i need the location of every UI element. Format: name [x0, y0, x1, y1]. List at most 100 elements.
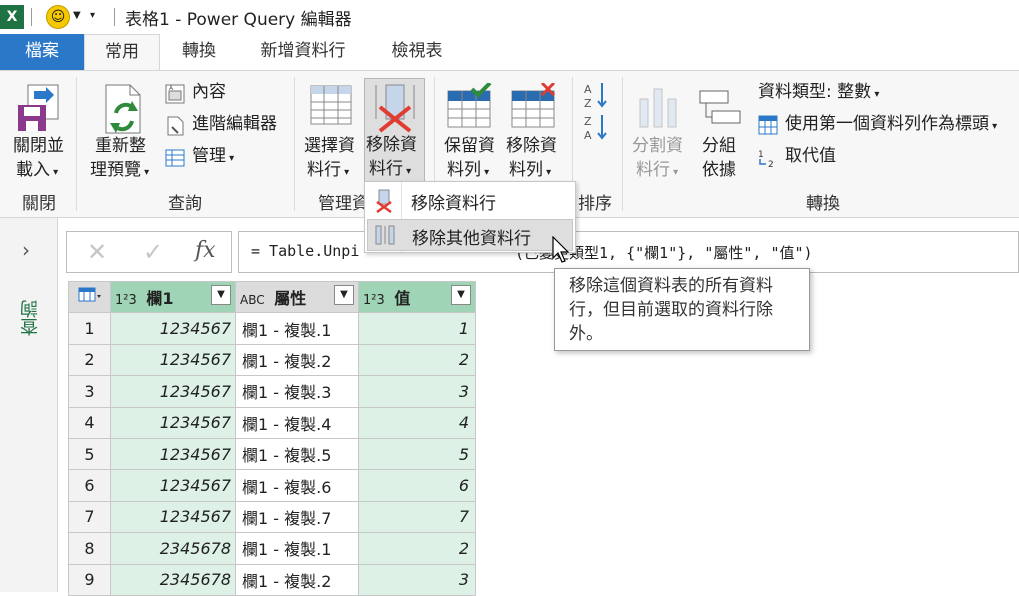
close-load-button[interactable]: 關閉並 載入 ▾ [6, 79, 72, 183]
cell-value[interactable]: 2 [358, 532, 476, 565]
remove-rows-button[interactable]: 移除資 料列 ▾ [504, 79, 564, 183]
row-number[interactable]: 3 [68, 375, 111, 408]
cell-attribute[interactable]: 欄1 - 複製.3 [235, 375, 359, 408]
cell-value[interactable]: 3 [358, 375, 476, 408]
cell-attribute[interactable]: 欄1 - 複製.1 [235, 312, 359, 345]
cell-attribute[interactable]: 欄1 - 複製.7 [235, 500, 359, 534]
use-first-row-icon [758, 115, 778, 135]
table-row[interactable]: 6 1234567 欄1 - 複製.6 6 [68, 469, 476, 502]
cell-col1[interactable]: 1234567 [110, 500, 236, 534]
remove-columns-button[interactable]: 移除資 料行 ▾ [364, 78, 425, 184]
row-number[interactable]: 5 [68, 437, 111, 471]
group-by-button[interactable]: 分組 依據 [694, 79, 750, 183]
row-number[interactable]: 7 [68, 500, 111, 534]
cell-col1[interactable]: 2345678 [110, 532, 236, 565]
cell-value[interactable]: 3 [358, 563, 476, 596]
refresh-preview-button[interactable]: 重新整 理預覽 ▾ [86, 79, 158, 183]
table-row[interactable]: 3 1234567 欄1 - 複製.3 3 [68, 375, 476, 408]
use-first-row-button[interactable]: 使用第一個資料列作為標頭 ▾ [758, 113, 1018, 139]
cell-col1[interactable]: 1234567 [110, 375, 236, 408]
keep-rows-button[interactable]: 保留資 料列 ▾ [440, 79, 500, 183]
quick-access-customize-icon[interactable]: ▾ [90, 10, 95, 21]
cell-value[interactable]: 6 [358, 469, 476, 502]
formula-input[interactable]: = Table.Unpi (已變更類型1, {"欄1"}, "屬性", "值") [238, 231, 1019, 273]
function-icon[interactable]: fx [195, 238, 216, 263]
cell-value[interactable]: 7 [358, 500, 476, 534]
table-menu-cell[interactable] [68, 280, 111, 314]
cell-col1[interactable]: 2345678 [110, 563, 236, 596]
manage-button[interactable]: 管理 ▾ [164, 145, 274, 171]
keep-rows-icon [447, 83, 492, 128]
remove-rows-icon [511, 83, 556, 128]
smiley-dropdown-icon[interactable]: ▼ [73, 10, 81, 21]
svg-text:Z: Z [584, 115, 592, 128]
cell-attribute[interactable]: 欄1 - 複製.5 [235, 437, 359, 471]
row-number[interactable]: 9 [68, 563, 111, 596]
cell-attribute[interactable]: 欄1 - 複製.2 [235, 563, 359, 596]
tab-file[interactable]: 檔案 [0, 34, 84, 70]
menu-item-remove-other-columns[interactable]: 移除其他資料行 [367, 219, 573, 251]
sort-ascending-icon: AZ [584, 83, 607, 110]
remove-column-icon [376, 189, 392, 214]
cancel-formula-icon[interactable]: ✕ [87, 238, 107, 266]
table-menu-icon [78, 287, 101, 302]
cell-col1[interactable]: 1234567 [110, 312, 236, 345]
split-column-button[interactable]: 分割資 料行 ▾ [628, 79, 690, 183]
cell-col1[interactable]: 1234567 [110, 343, 236, 377]
column-header-attribute[interactable]: ABC 屬性 ▼ [235, 280, 359, 314]
table-row[interactable]: 9 2345678 欄1 - 複製.2 3 [68, 563, 476, 596]
column-header-value[interactable]: 1²3 值 ▼ [358, 280, 476, 314]
table-row[interactable]: 8 2345678 欄1 - 複製.1 2 [68, 532, 476, 565]
cell-attribute[interactable]: 欄1 - 複製.1 [235, 532, 359, 565]
row-number[interactable]: 6 [68, 469, 111, 502]
type-icon[interactable]: 1²3 [363, 293, 385, 308]
choose-columns-button[interactable]: 選擇資 料行 ▾ [302, 79, 362, 183]
smiley-icon[interactable]: ☺ [46, 5, 70, 29]
tab-home[interactable]: 常用 [84, 34, 160, 71]
table-row[interactable]: 7 1234567 欄1 - 複製.7 7 [68, 500, 476, 534]
advanced-editor-button[interactable]: 進階編輯器 [164, 113, 294, 139]
cell-value[interactable]: 5 [358, 437, 476, 471]
cell-value[interactable]: 1 [358, 312, 476, 345]
menu-item-remove-columns[interactable]: 移除資料行 [365, 184, 575, 216]
tab-transform[interactable]: 轉換 [166, 34, 232, 70]
sort-ascending-button[interactable]: AZ [584, 81, 612, 110]
manage-label: 管理 ▾ [192, 146, 235, 166]
use-first-row-label: 使用第一個資料列作為標頭 ▾ [785, 114, 998, 134]
expand-queries-chevron-icon[interactable]: › [22, 238, 30, 262]
table-row[interactable]: 1 1234567 欄1 - 複製.1 1 [68, 312, 476, 345]
queries-pane-label[interactable]: 查詢 [18, 300, 44, 336]
row-number[interactable]: 8 [68, 532, 111, 565]
choose-columns-label-1: 選擇資 [304, 136, 355, 156]
row-number[interactable]: 2 [68, 343, 111, 377]
cell-attribute[interactable]: 欄1 - 複製.6 [235, 469, 359, 502]
cell-value[interactable]: 2 [358, 343, 476, 377]
row-number[interactable]: 4 [68, 406, 111, 439]
row-number[interactable]: 1 [68, 312, 111, 345]
refresh-icon [105, 84, 141, 134]
type-icon[interactable]: ABC [240, 293, 265, 307]
tab-view[interactable]: 檢視表 [380, 34, 454, 70]
cell-col1[interactable]: 1234567 [110, 406, 236, 439]
filter-dropdown-icon[interactable]: ▼ [211, 285, 231, 306]
type-icon[interactable]: 1²3 [115, 293, 137, 308]
remove-columns-label-2: 料行 ▾ [369, 159, 412, 179]
sort-descending-button[interactable]: ZA [584, 113, 612, 142]
filter-dropdown-icon[interactable]: ▼ [451, 285, 471, 306]
filter-dropdown-icon[interactable]: ▼ [334, 285, 354, 306]
column-header-col1[interactable]: 1²3 欄1 ▼ [110, 280, 236, 314]
group-separator [294, 77, 295, 211]
cell-value[interactable]: 4 [358, 406, 476, 439]
tab-add-column[interactable]: 新增資料行 [248, 34, 358, 70]
cell-col1[interactable]: 1234567 [110, 469, 236, 502]
data-type-dropdown[interactable]: 資料類型: 整數 ▾ [758, 81, 908, 107]
table-row[interactable]: 5 1234567 欄1 - 複製.5 5 [68, 437, 476, 471]
confirm-formula-icon[interactable]: ✓ [143, 238, 163, 266]
cell-attribute[interactable]: 欄1 - 複製.4 [235, 406, 359, 439]
cell-attribute[interactable]: 欄1 - 複製.2 [235, 343, 359, 377]
properties-button[interactable]: A 內容 [164, 81, 274, 107]
replace-values-button[interactable]: 12 取代值 [758, 145, 878, 171]
table-row[interactable]: 2 1234567 欄1 - 複製.2 2 [68, 343, 476, 377]
table-row[interactable]: 4 1234567 欄1 - 複製.4 4 [68, 406, 476, 439]
cell-col1[interactable]: 1234567 [110, 437, 236, 471]
